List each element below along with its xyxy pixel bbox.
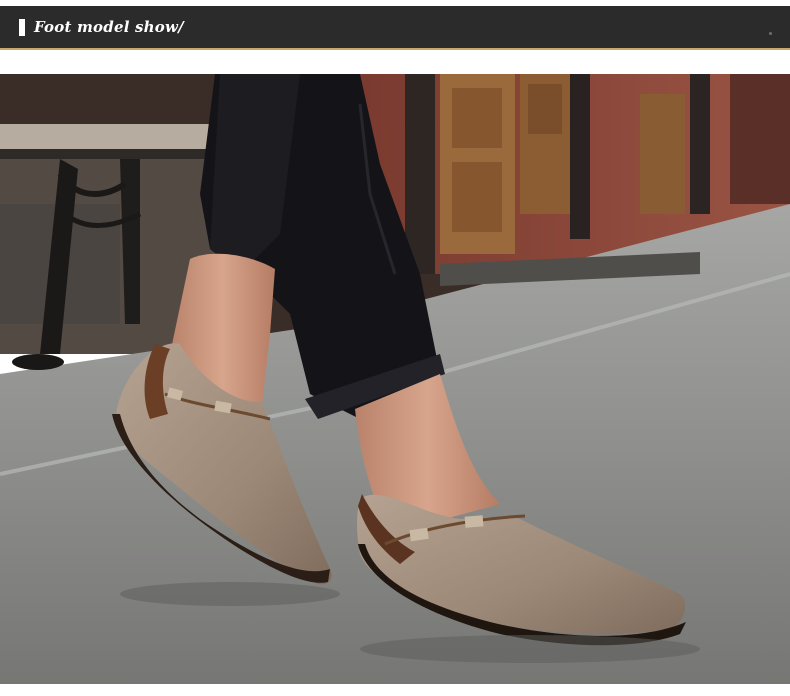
section-title: Foot model show/	[34, 18, 184, 36]
header-dot-icon	[769, 32, 772, 35]
product-photo	[0, 74, 790, 684]
foot-model-photo	[0, 74, 790, 684]
header-marker-icon	[19, 19, 25, 36]
section-header: Foot model show/	[0, 6, 790, 50]
